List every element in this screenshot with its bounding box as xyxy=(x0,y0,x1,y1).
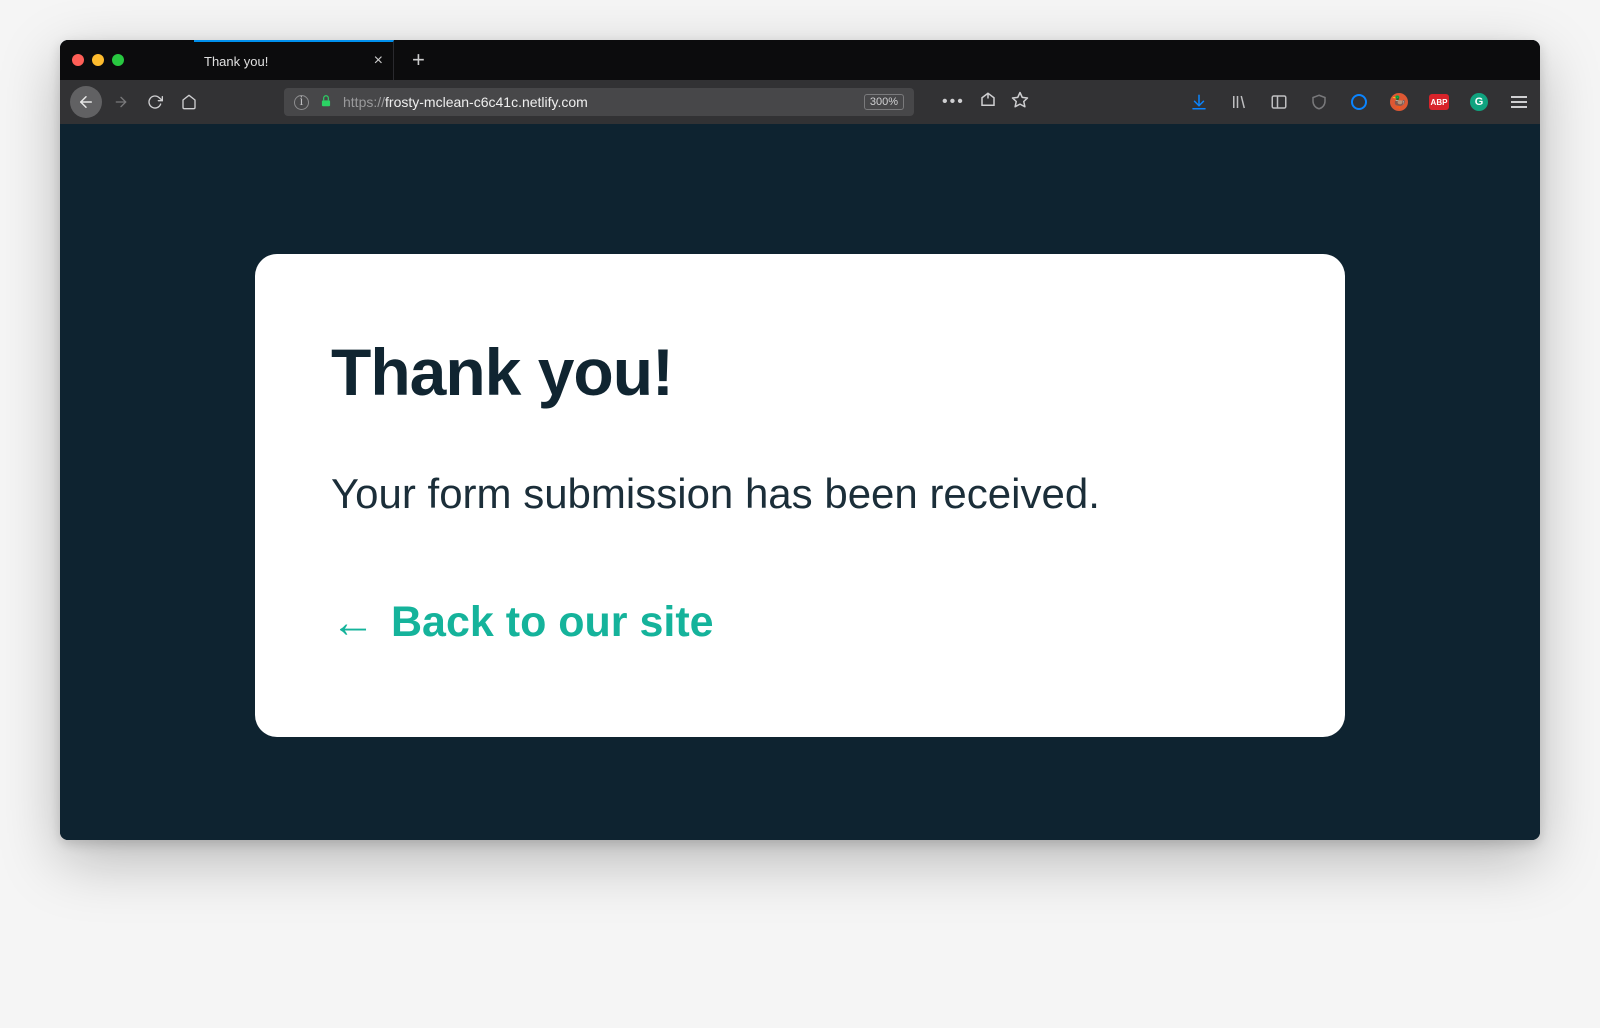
extension-grammarly-icon[interactable]: G xyxy=(1468,91,1490,113)
toolbar-right: 🦆 ABP G xyxy=(1188,91,1530,113)
sidebar-icon[interactable] xyxy=(1268,91,1290,113)
hamburger-icon xyxy=(1511,96,1527,108)
url-bar[interactable]: i https://frosty-mclean-c6c41c.netlify.c… xyxy=(284,88,914,116)
site-info-icon[interactable]: i xyxy=(294,95,309,110)
bookmark-icon[interactable] xyxy=(1011,91,1029,114)
forward-button[interactable] xyxy=(106,87,136,117)
page-actions-icon[interactable]: ••• xyxy=(942,93,965,111)
nav-buttons xyxy=(70,86,204,118)
back-button[interactable] xyxy=(70,86,102,118)
downloads-icon[interactable] xyxy=(1188,91,1210,113)
close-tab-icon[interactable]: × xyxy=(374,53,383,69)
extension-duckduckgo-icon[interactable]: 🦆 xyxy=(1388,91,1410,113)
menu-button[interactable] xyxy=(1508,91,1530,113)
home-button[interactable] xyxy=(174,87,204,117)
page-viewport: Thank you! Your form submission has been… xyxy=(60,124,1540,840)
new-tab-button[interactable]: + xyxy=(412,49,425,71)
url-text: https://frosty-mclean-c6c41c.netlify.com xyxy=(343,94,854,110)
url-bar-actions: ••• xyxy=(942,91,1029,114)
home-icon xyxy=(181,94,197,110)
arrow-right-icon xyxy=(113,94,129,110)
reload-button[interactable] xyxy=(140,87,170,117)
url-host: frosty-mclean-c6c41c.netlify.com xyxy=(385,94,588,110)
window-close-button[interactable] xyxy=(72,54,84,66)
back-to-site-link[interactable]: ← Back to our site xyxy=(331,598,714,647)
zoom-indicator[interactable]: 300% xyxy=(864,94,904,110)
browser-window: Thank you! × + i xyxy=(60,40,1540,840)
extension-circle-icon[interactable] xyxy=(1348,91,1370,113)
reader-view-icon[interactable] xyxy=(979,91,997,114)
arrow-left-icon xyxy=(77,93,95,111)
reload-icon xyxy=(147,94,163,110)
tab-strip: Thank you! × + xyxy=(60,40,1540,80)
window-controls xyxy=(72,54,124,66)
toolbar: i https://frosty-mclean-c6c41c.netlify.c… xyxy=(60,80,1540,124)
window-maximize-button[interactable] xyxy=(112,54,124,66)
arrow-left-icon: ← xyxy=(331,601,375,645)
page-title: Thank you! xyxy=(331,334,1269,410)
shield-icon[interactable] xyxy=(1308,91,1330,113)
tab-title: Thank you! xyxy=(204,54,268,69)
window-minimize-button[interactable] xyxy=(92,54,104,66)
library-icon[interactable] xyxy=(1228,91,1250,113)
confirmation-message: Your form submission has been received. xyxy=(331,470,1269,518)
thank-you-card: Thank you! Your form submission has been… xyxy=(255,254,1345,737)
browser-tab[interactable]: Thank you! × xyxy=(194,40,394,80)
extension-abp-icon[interactable]: ABP xyxy=(1428,91,1450,113)
url-protocol: https:// xyxy=(343,94,385,110)
lock-icon xyxy=(319,94,333,111)
tabs: Thank you! × + xyxy=(194,40,425,80)
back-link-text: Back to our site xyxy=(391,598,714,647)
